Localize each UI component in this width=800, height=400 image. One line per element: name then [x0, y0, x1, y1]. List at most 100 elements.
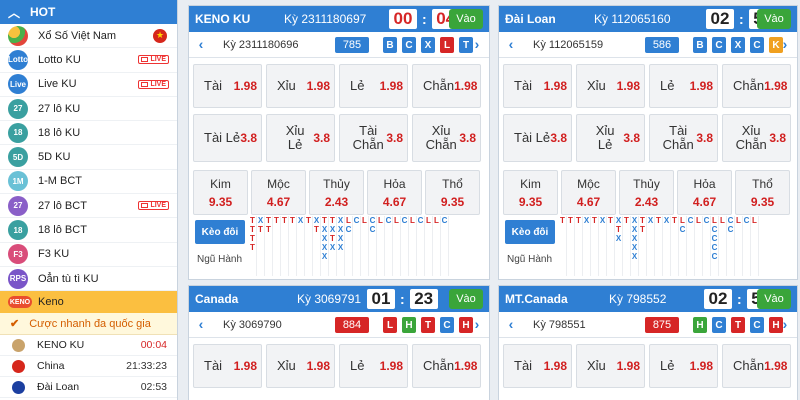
road-column: L [393, 216, 401, 276]
road-mark: T [568, 216, 573, 225]
bet-option[interactable]: Chẵn 1.98 [412, 64, 481, 108]
bet-option[interactable]: Lẻ 1.98 [339, 344, 408, 388]
road-mark: L [736, 216, 741, 225]
bet-option[interactable]: Tài Lẻ 3.8 [193, 114, 262, 162]
element-bet-option[interactable]: Hỏa 4.67 [367, 170, 422, 215]
sidebar-item[interactable]: Live Live KU LIVE [0, 73, 177, 97]
game-panel: Đài LoanKỳ 11206516002:53Vào‹›Kỳ 1120651… [498, 5, 798, 280]
element-bet-option[interactable]: Thổ 9.35 [425, 170, 480, 215]
element-bet-option[interactable]: Hỏa 4.67 [677, 170, 732, 215]
road-mark: X [321, 234, 328, 243]
timer-minutes: 02 [706, 9, 734, 29]
road-mark: L [426, 216, 431, 225]
bet-option[interactable]: Xỉu 1.98 [576, 64, 645, 108]
enter-button[interactable]: Vào [757, 289, 791, 309]
game-name: KENO KU [195, 12, 251, 26]
last-draw-number: Kỳ 3069790 [223, 318, 282, 331]
element-bet-option[interactable]: Mộc 4.67 [561, 170, 616, 215]
element-odds: 2.43 [324, 194, 349, 209]
sidebar-item[interactable]: F3 F3 KU [0, 243, 177, 267]
road-mark: T [624, 216, 629, 225]
bet-option[interactable]: Tài 1.98 [503, 344, 572, 388]
sidebar-item[interactable]: 27 27 lô BCT LIVE [0, 194, 177, 219]
sub-item-countdown: 02:53 [140, 381, 167, 394]
bet-odds: 1.98 [379, 359, 403, 373]
bet-option[interactable]: Xỉu Lẻ 3.8 [576, 114, 645, 162]
road-mark: T [250, 243, 255, 252]
road-column: L [695, 216, 703, 276]
sidebar-item[interactable]: Xổ Số Việt Nam ★ [0, 24, 177, 49]
last-result-row: ‹ › Kỳ 2311180696 785 B C X L T [189, 32, 489, 58]
prev-arrow-icon[interactable]: ‹ [195, 316, 207, 332]
timer-separator: : [400, 291, 405, 307]
bet-option[interactable]: Tài 1.98 [193, 64, 262, 108]
enter-button[interactable]: Vào [449, 289, 483, 309]
road-mark: L [378, 216, 383, 225]
bet-odds: 1.98 [454, 359, 478, 373]
bet-option[interactable]: Tài 1.98 [193, 344, 262, 388]
sidebar-hot-header[interactable]: ︿ HOT [0, 0, 177, 24]
road-column: CC [727, 216, 735, 276]
sidebar-item[interactable]: 27 27 lô KU [0, 97, 177, 122]
sidebar-item[interactable]: 5D 5D KU [0, 145, 177, 170]
road-mark: T [672, 216, 677, 225]
sidebar-item[interactable]: 1M 1-M BCT [0, 170, 177, 195]
element-label: Hỏa [383, 176, 406, 191]
bet-option[interactable]: Xỉu Chẵn 3.8 [722, 114, 791, 162]
bet-option[interactable]: Lẻ 1.98 [649, 344, 718, 388]
sidebar-keno-section[interactable]: KENO Keno [0, 291, 177, 314]
sidebar-item-label: Oẳn tù tì KU [38, 272, 99, 285]
sidebar: ︿ HOT Xổ Số Việt Nam ★ Lotto Lotto KU LIVE Li… [0, 0, 178, 400]
sidebar-item[interactable]: RPS Oẳn tù tì KU [0, 267, 177, 292]
bet-option[interactable]: Tài 1.98 [503, 64, 572, 108]
keo-doi-tab[interactable]: Kèo đôi [195, 220, 245, 244]
element-bet-option[interactable]: Mộc 4.67 [251, 170, 306, 215]
element-bet-option[interactable]: Thủy 2.43 [309, 170, 364, 215]
bet-option[interactable]: Xỉu 1.98 [266, 64, 335, 108]
sidebar-sub-item[interactable]: China 21:33:23 [0, 356, 177, 378]
bet-option[interactable]: Xỉu 1.98 [576, 344, 645, 388]
bet-option[interactable]: Tài Chẵn 3.8 [649, 114, 718, 162]
road-column: XXXXX [631, 216, 639, 276]
sidebar-fast-bet[interactable]: ✔ Cược nhanh đa quốc gia [0, 313, 177, 336]
bet-option[interactable]: Lẻ 1.98 [649, 64, 718, 108]
road-mark: L [410, 216, 415, 225]
ngu-hanh-tab[interactable]: Ngũ Hành [197, 254, 242, 265]
element-label: Mộc [267, 176, 290, 191]
prev-arrow-icon[interactable]: ‹ [195, 36, 207, 52]
enter-button[interactable]: Vào [449, 9, 483, 29]
sidebar-sub-item[interactable]: KENO KU 00:04 [0, 335, 177, 357]
element-bet-option[interactable]: Thủy 2.43 [619, 170, 674, 215]
bet-label: Xỉu [277, 358, 296, 374]
keo-doi-tab[interactable]: Kèo đôi [505, 220, 555, 244]
lottery-balls-icon [8, 25, 28, 46]
sidebar-item-label: Lotto KU [38, 53, 81, 66]
sidebar-sub-item[interactable]: Đài Loan 02:53 [0, 377, 177, 399]
road-mark: X [329, 225, 336, 234]
sidebar-item-label: Live KU [38, 78, 77, 91]
sidebar-item[interactable]: Lotto Lotto KU LIVE [0, 48, 177, 73]
bet-option[interactable]: Tài Chẵn 3.8 [339, 114, 408, 162]
enter-button[interactable]: Vào [757, 9, 791, 29]
bet-option[interactable]: Xỉu 1.98 [266, 344, 335, 388]
prev-arrow-icon[interactable]: ‹ [505, 316, 517, 332]
road-column: T [281, 216, 289, 276]
bet-option[interactable]: Chẵn 1.98 [412, 344, 481, 388]
bet-option[interactable]: Lẻ 1.98 [339, 64, 408, 108]
bet-option[interactable]: Chẵn 1.98 [722, 344, 791, 388]
prev-arrow-icon[interactable]: ‹ [505, 36, 517, 52]
element-label: Hỏa [693, 176, 716, 191]
element-bet-option[interactable]: Thổ 9.35 [735, 170, 790, 215]
road-mark: T [560, 216, 565, 225]
sidebar-item[interactable]: 18 18 lô BCT [0, 218, 177, 243]
bet-option[interactable]: Tài Lẻ 3.8 [503, 114, 572, 162]
sidebar-item[interactable]: 18 18 lô KU [0, 121, 177, 146]
road-mark: T [290, 216, 295, 225]
element-bet-option[interactable]: Kim 9.35 [193, 170, 248, 215]
element-bet-option[interactable]: Kim 9.35 [503, 170, 558, 215]
result-tag: C [750, 317, 764, 333]
bet-option[interactable]: Xỉu Chẵn 3.8 [412, 114, 481, 162]
ngu-hanh-tab[interactable]: Ngũ Hành [507, 254, 552, 265]
bet-option[interactable]: Chẵn 1.98 [722, 64, 791, 108]
bet-option[interactable]: Xỉu Lẻ 3.8 [266, 114, 335, 162]
